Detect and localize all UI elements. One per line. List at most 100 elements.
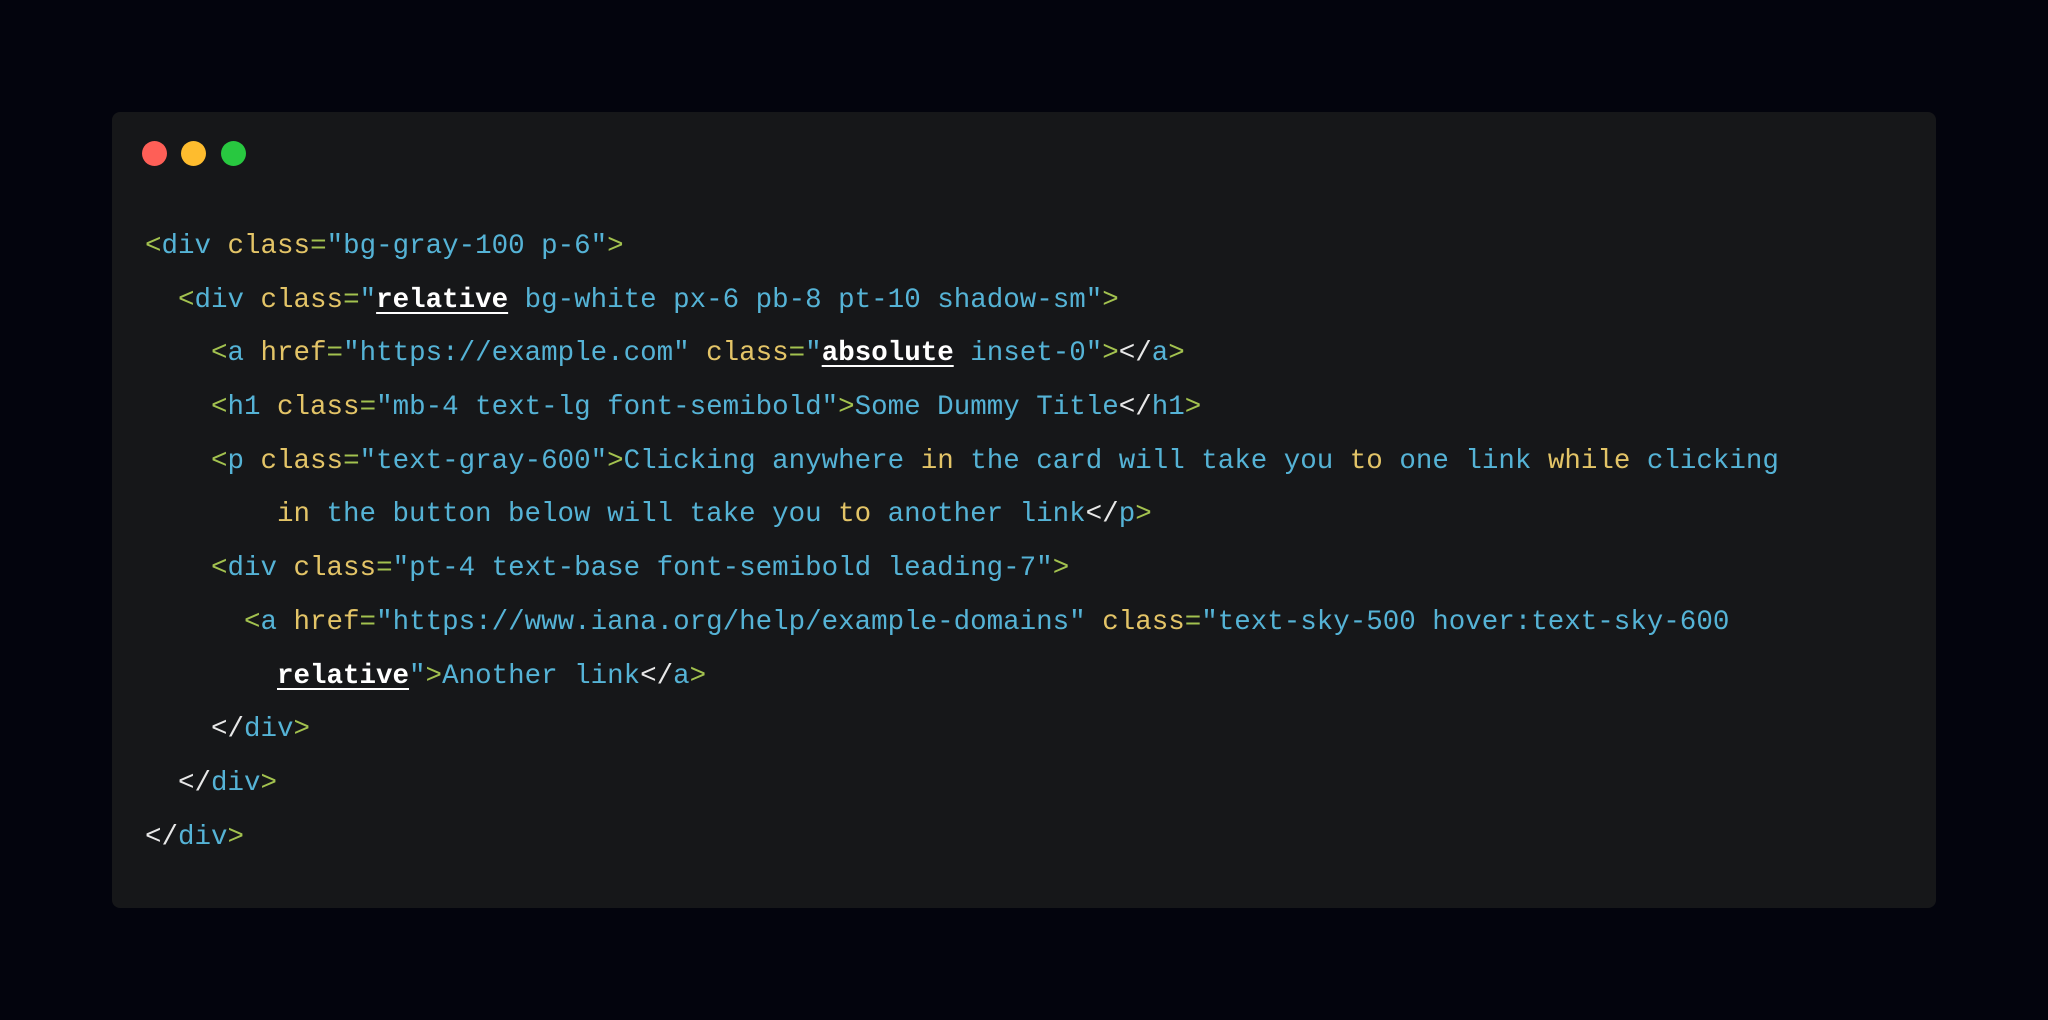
code-token: div — [211, 767, 261, 799]
maximize-button[interactable] — [221, 141, 246, 166]
code-token: div — [161, 231, 212, 262]
close-button[interactable] — [142, 141, 167, 166]
code-token: > — [425, 660, 443, 692]
code-token: < — [211, 392, 228, 424]
code-line: <p class="text-gray-600">Clicking anywhe… — [145, 435, 1779, 489]
code-token: a — [673, 660, 690, 692]
code-line: </div> — [145, 811, 1779, 865]
code-token: h1 — [227, 392, 261, 424]
code-token: > — [293, 714, 311, 746]
code-token: div — [244, 714, 294, 746]
code-token: to — [1349, 445, 1383, 477]
code-token: = — [359, 392, 377, 424]
code-token: the button below will take you — [310, 499, 839, 531]
code-token: > — [838, 392, 855, 424]
code-token: "https://example.com" — [343, 338, 690, 370]
code-token: div — [178, 821, 228, 853]
code-token: one link — [1382, 445, 1548, 477]
code-token: class — [689, 338, 789, 370]
code-token: div — [194, 284, 245, 316]
code-token: a — [1151, 338, 1169, 370]
code-token: Another link — [442, 660, 641, 692]
code-token: while — [1547, 445, 1631, 477]
code-token: > — [1052, 553, 1070, 585]
code-token: to — [838, 499, 872, 531]
code-token: </ — [211, 714, 245, 746]
code-token: p — [227, 445, 245, 477]
code-token: "https://www.iana.org/help/example-domai… — [376, 606, 1086, 638]
code-token: class — [244, 445, 344, 477]
code-line: in the button below will take you to ano… — [145, 488, 1779, 542]
code-token: relative — [376, 284, 509, 316]
code-token: clicking — [1630, 445, 1779, 477]
code-token: inset-0" — [953, 338, 1103, 370]
code-token: > — [260, 767, 278, 799]
code-token: < — [244, 606, 261, 638]
minimize-button[interactable] — [181, 141, 206, 166]
code-token: = — [788, 338, 806, 370]
code-token: href — [244, 338, 327, 370]
code-token: </ — [1118, 338, 1152, 370]
code-token: " — [359, 284, 377, 316]
code-token: bg-white px-6 pb-8 pt-10 shadow-sm" — [508, 284, 1103, 316]
code-token: class — [277, 553, 377, 585]
code-token: < — [145, 231, 162, 262]
code-token: h1 — [1151, 392, 1185, 424]
code-token: class — [244, 284, 344, 316]
code-line: <a href = "https://www.iana.org/help/examp… — [145, 596, 1779, 650]
code-token: class — [211, 231, 311, 262]
code-token: "text-sky-500 hover:text-sky-600 — [1201, 606, 1730, 638]
code-token: the card will take you — [953, 445, 1350, 477]
code-token: > — [1168, 338, 1185, 370]
code-token: > — [607, 231, 624, 262]
code-token: > — [1102, 338, 1119, 370]
code-block: <div class="bg-gray-100 p-6"> <div class=… — [145, 220, 1779, 864]
code-line: <h1 class="mb-4 text-lg font-semibold">S… — [145, 381, 1779, 435]
code-token: a — [260, 606, 278, 638]
code-token: < — [211, 553, 228, 585]
code-token: > — [1102, 284, 1119, 316]
code-token: another link — [871, 499, 1086, 531]
code-token: < — [211, 338, 228, 370]
code-token: < — [211, 445, 228, 477]
code-token: p — [1118, 499, 1136, 531]
code-line: <div class="relative bg-white px-6 pb-8 … — [145, 274, 1779, 328]
code-token: class — [260, 392, 360, 424]
code-token: in — [920, 445, 954, 477]
code-token: = — [326, 338, 344, 370]
code-token: "pt-4 text-base font-semibold leading-7" — [392, 553, 1053, 585]
code-token: </ — [1118, 392, 1152, 424]
code-token: "mb-4 text-lg font-semibold" — [376, 392, 839, 424]
code-token: Some Dummy Title — [854, 392, 1119, 424]
code-token: in — [277, 499, 311, 531]
code-token: </ — [178, 767, 212, 799]
code-line: <div class="pt-4 text-base font-semibold… — [145, 542, 1779, 596]
code-token: div — [227, 553, 278, 585]
code-line: <div class="bg-gray-100 p-6"> — [145, 220, 1779, 274]
code-token: a — [227, 338, 245, 370]
code-token: > — [607, 445, 624, 477]
code-token: = — [376, 553, 393, 585]
code-token: = — [343, 284, 360, 316]
code-token: > — [1184, 392, 1202, 424]
code-token: < — [178, 284, 195, 316]
code-token: </ — [1085, 499, 1119, 531]
code-token: </ — [640, 660, 674, 692]
code-token: "text-gray-600" — [359, 445, 608, 477]
code-token: relative — [277, 660, 410, 692]
code-token: href — [277, 606, 360, 638]
code-token: > — [1135, 499, 1152, 531]
code-line: </div> — [145, 757, 1779, 811]
code-token: " — [409, 660, 426, 692]
code-token: absolute — [821, 338, 954, 370]
code-token: Clicking anywhere — [623, 445, 921, 477]
code-token: " — [805, 338, 822, 370]
code-token: "bg-gray-100 p-6" — [326, 231, 608, 262]
code-token: </ — [145, 821, 179, 853]
code-line: </div> — [145, 703, 1779, 757]
code-token: = — [1184, 606, 1202, 638]
code-token: class — [1085, 606, 1185, 638]
code-token: = — [310, 231, 327, 262]
code-line: relative">Another link</a> — [145, 650, 1779, 704]
code-token: > — [689, 660, 707, 692]
